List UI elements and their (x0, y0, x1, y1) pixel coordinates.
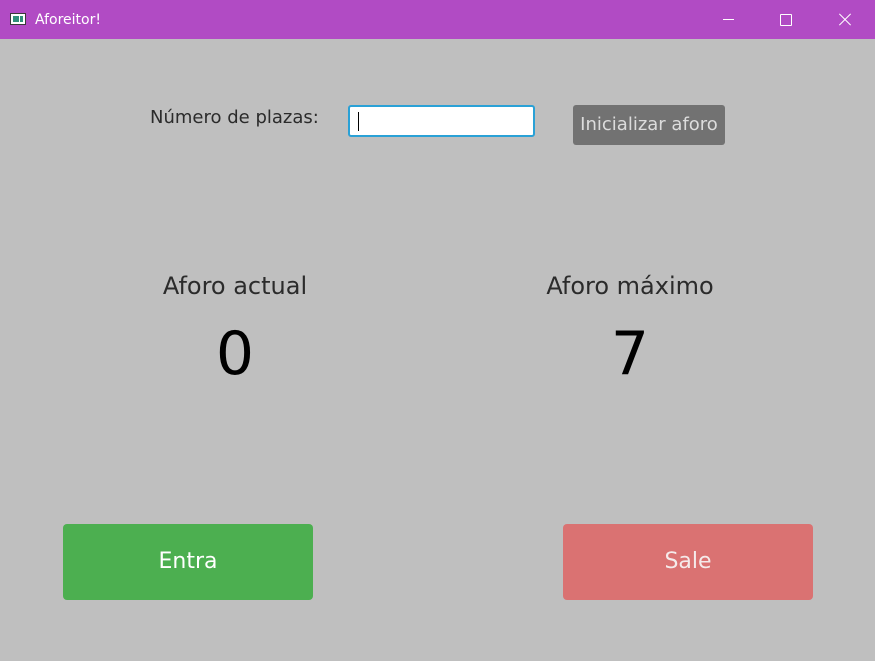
max-capacity-value: 7 (610, 319, 650, 389)
app-window-icon (10, 13, 26, 25)
minimize-icon (723, 19, 734, 20)
exit-button[interactable]: Sale (563, 524, 813, 600)
plazas-input[interactable] (348, 105, 535, 137)
app-window: Aforeitor! Número de plazas: Inicializar… (0, 0, 875, 661)
current-capacity-value: 0 (215, 319, 255, 389)
minimize-button[interactable] (699, 0, 757, 39)
maximize-button[interactable] (757, 0, 815, 39)
maximize-icon (780, 14, 792, 26)
window-title: Aforeitor! (35, 12, 101, 28)
plazas-label: Número de plazas: (150, 107, 319, 128)
initialize-capacity-button[interactable]: Inicializar aforo (573, 105, 725, 145)
max-capacity-label: Aforo máximo (546, 272, 714, 300)
enter-button[interactable]: Entra (63, 524, 313, 600)
current-capacity-label: Aforo actual (162, 272, 308, 300)
text-caret (358, 112, 359, 131)
title-bar[interactable]: Aforeitor! (0, 0, 875, 39)
close-button[interactable] (815, 0, 873, 39)
